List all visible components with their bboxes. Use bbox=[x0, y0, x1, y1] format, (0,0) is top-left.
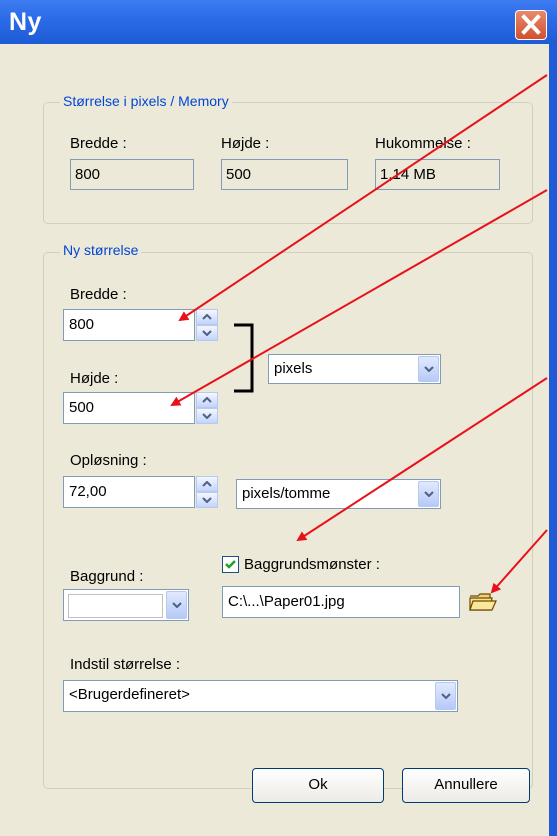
height-label: Højde : bbox=[70, 370, 119, 387]
memory-value: 1,14 MB bbox=[375, 159, 500, 190]
chevron-up-icon bbox=[202, 481, 212, 487]
chevron-down-icon bbox=[440, 693, 451, 699]
background-color-swatch bbox=[68, 594, 163, 618]
orig-height-label: Højde : bbox=[221, 135, 270, 152]
height-spinner[interactable] bbox=[196, 392, 218, 424]
resolution-unit-dropdown-button[interactable] bbox=[418, 481, 439, 507]
orig-width-label: Bredde : bbox=[70, 135, 127, 152]
resolution-label: Opløsning : bbox=[70, 452, 147, 469]
chevron-up-icon bbox=[202, 314, 212, 320]
width-spin-down[interactable] bbox=[196, 325, 218, 341]
resolution-unit-dropdown[interactable]: pixels/tomme bbox=[236, 479, 441, 509]
background-label: Baggrund : bbox=[70, 568, 144, 585]
pattern-path-input[interactable]: C:\...\Paper01.jpg bbox=[222, 586, 460, 618]
resolution-spin-down[interactable] bbox=[196, 492, 218, 508]
unit-value: pixels bbox=[274, 360, 313, 377]
open-folder-icon[interactable] bbox=[468, 590, 498, 614]
chevron-down-icon bbox=[202, 330, 212, 336]
preset-value: <Brugerdefineret> bbox=[69, 686, 190, 703]
height-spin-up[interactable] bbox=[196, 392, 218, 408]
size-memory-legend: Størrelse i pixels / Memory bbox=[60, 93, 232, 109]
chevron-down-icon bbox=[202, 497, 212, 503]
checkmark-icon bbox=[225, 560, 236, 569]
resolution-spinner[interactable] bbox=[196, 476, 218, 508]
width-spinner[interactable] bbox=[196, 309, 218, 341]
orig-width-value: 800 bbox=[70, 159, 194, 190]
close-button[interactable] bbox=[515, 10, 547, 40]
width-spin-up[interactable] bbox=[196, 309, 218, 325]
resolution-input[interactable]: 72,00 bbox=[63, 476, 195, 508]
background-color-picker[interactable] bbox=[63, 589, 189, 621]
aspect-link-bracket[interactable] bbox=[232, 323, 262, 395]
background-color-dropdown-button[interactable] bbox=[166, 591, 187, 619]
new-size-legend: Ny størrelse bbox=[60, 242, 142, 258]
orig-height-value: 500 bbox=[221, 159, 348, 190]
title-bar: Ny bbox=[0, 0, 557, 44]
unit-dropdown[interactable]: pixels bbox=[268, 354, 441, 384]
memory-label: Hukommelse : bbox=[375, 135, 471, 152]
dialog-client: Størrelse i pixels / Memory Bredde : 800… bbox=[0, 44, 549, 836]
pattern-label: Baggrundsmønster : bbox=[244, 556, 380, 573]
preset-dropdown[interactable]: <Brugerdefineret> bbox=[63, 680, 458, 712]
window-frame-right bbox=[549, 44, 557, 836]
pattern-checkbox[interactable] bbox=[222, 556, 239, 573]
chevron-down-icon bbox=[423, 491, 434, 497]
cancel-button[interactable]: Annullere bbox=[402, 768, 530, 803]
preset-label: Indstil størrelse : bbox=[70, 656, 181, 673]
height-input[interactable]: 500 bbox=[63, 392, 195, 424]
width-input[interactable]: 800 bbox=[63, 309, 195, 341]
unit-dropdown-button[interactable] bbox=[418, 356, 439, 382]
resolution-spin-up[interactable] bbox=[196, 476, 218, 492]
window-title: Ny bbox=[9, 8, 42, 36]
close-icon bbox=[521, 14, 541, 35]
resolution-unit-value: pixels/tomme bbox=[242, 485, 331, 502]
chevron-down-icon bbox=[171, 602, 182, 608]
height-spin-down[interactable] bbox=[196, 408, 218, 424]
preset-dropdown-button[interactable] bbox=[435, 682, 456, 710]
chevron-up-icon bbox=[202, 397, 212, 403]
width-label: Bredde : bbox=[70, 286, 127, 303]
chevron-down-icon bbox=[423, 366, 434, 372]
ok-button[interactable]: Ok bbox=[252, 768, 384, 803]
chevron-down-icon bbox=[202, 413, 212, 419]
